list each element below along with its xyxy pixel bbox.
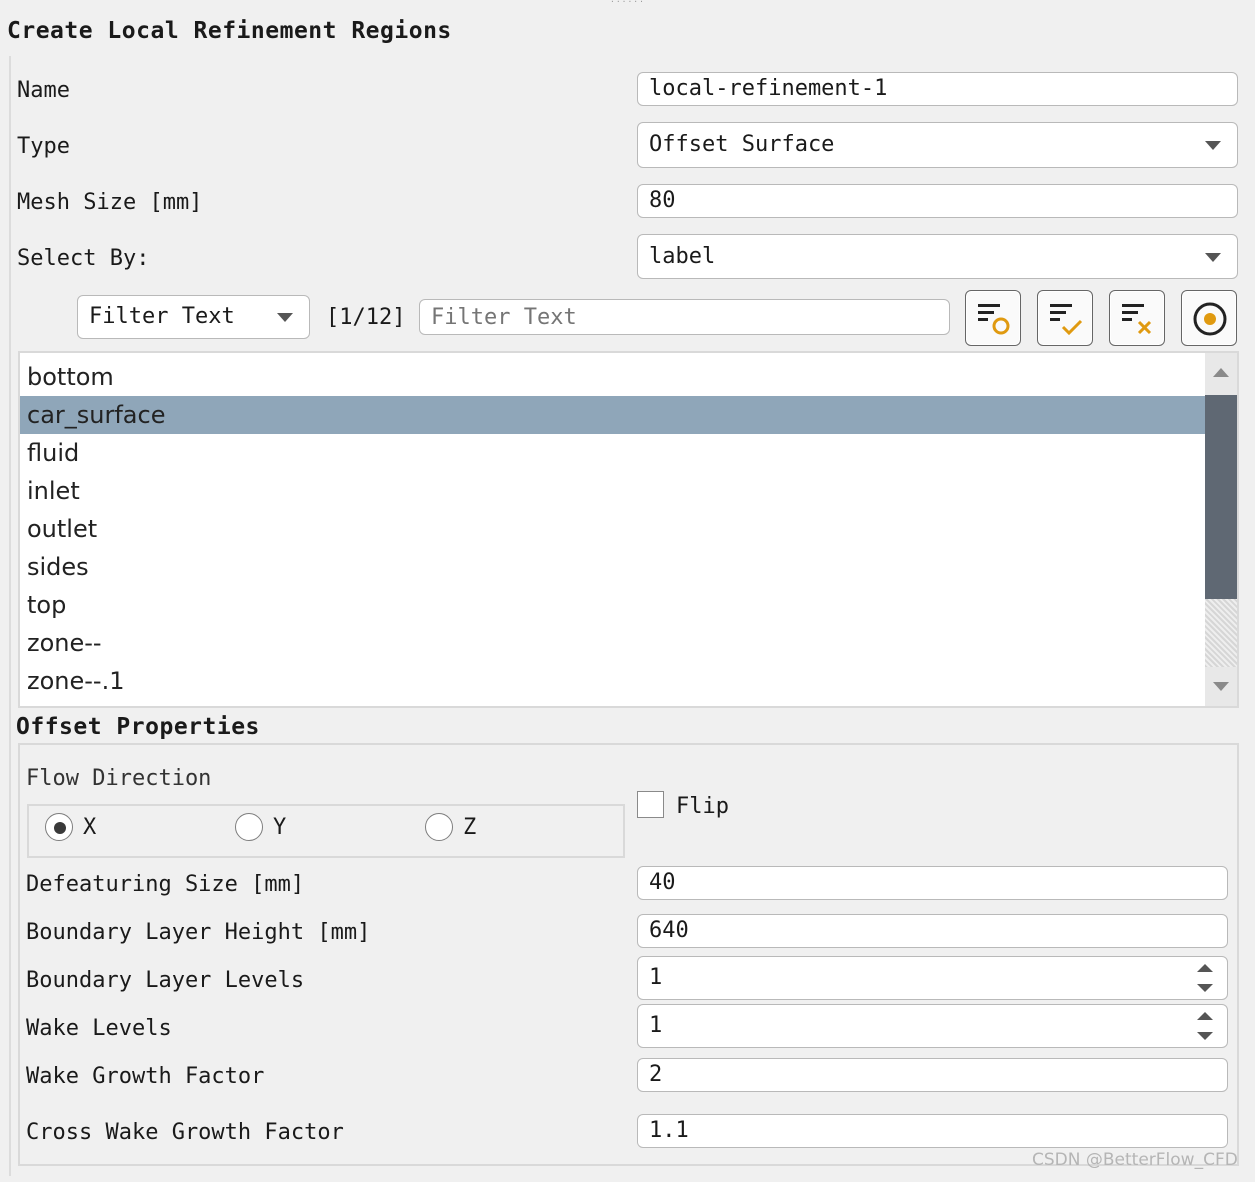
bl-height-input[interactable]: 640 bbox=[637, 914, 1228, 948]
filter-select-all-icon bbox=[1050, 304, 1083, 336]
select-all-button[interactable] bbox=[1037, 290, 1093, 346]
scrollbar-track-hatch bbox=[1205, 599, 1237, 667]
flow-direction-label: Flow Direction bbox=[26, 766, 212, 791]
bl-levels-spinner[interactable]: 1 bbox=[637, 956, 1228, 1000]
wake-growth-label: Wake Growth Factor bbox=[26, 1064, 265, 1089]
list-item[interactable]: outlet bbox=[20, 510, 1205, 548]
wake-levels-value: 1 bbox=[649, 1013, 663, 1038]
flip-label: Flip bbox=[676, 794, 729, 819]
list-scrollbar[interactable] bbox=[1205, 353, 1237, 706]
resize-grip[interactable]: ······ bbox=[610, 0, 650, 6]
scrollbar-thumb[interactable] bbox=[1205, 395, 1237, 599]
flow-direction-radio-z[interactable] bbox=[425, 813, 453, 841]
list-item[interactable]: inlet bbox=[20, 472, 1205, 510]
list-item[interactable]: sides bbox=[20, 548, 1205, 586]
flow-direction-label-y: Y bbox=[273, 815, 287, 840]
select-by-dropdown-value: label bbox=[649, 244, 716, 269]
chevron-down-icon bbox=[277, 313, 293, 322]
bl-levels-value: 1 bbox=[649, 965, 663, 990]
chevron-down-icon bbox=[1205, 252, 1221, 262]
panel-title: Create Local Refinement Regions bbox=[7, 18, 452, 44]
wake-levels-label: Wake Levels bbox=[26, 1016, 172, 1041]
list-item[interactable]: fluid bbox=[20, 434, 1205, 472]
filter-clear-icon bbox=[1122, 304, 1152, 335]
name-label: Name bbox=[17, 78, 70, 103]
watermark: CSDN @BetterFlow_CFD bbox=[1032, 1150, 1238, 1170]
filter-text-input[interactable] bbox=[419, 299, 950, 335]
filter-mode-dropdown[interactable]: Filter Text bbox=[77, 295, 310, 339]
panel-border bbox=[9, 56, 11, 1176]
chevron-down-icon bbox=[1205, 141, 1221, 150]
select-by-label: Select By: bbox=[17, 246, 150, 271]
flow-direction-radio-x[interactable] bbox=[45, 813, 73, 841]
list-item[interactable]: zone-- bbox=[20, 624, 1205, 662]
flow-direction-label-z: Z bbox=[463, 815, 477, 840]
scroll-down-icon[interactable] bbox=[1213, 682, 1229, 691]
filter-options-icon bbox=[978, 304, 1010, 335]
name-input[interactable]: local-refinement-1 bbox=[637, 72, 1238, 106]
spin-down-icon[interactable] bbox=[1197, 1032, 1213, 1040]
wake-levels-spinner[interactable]: 1 bbox=[637, 1004, 1228, 1048]
select-by-dropdown[interactable]: label bbox=[637, 234, 1238, 279]
filter-options-button[interactable] bbox=[965, 290, 1021, 346]
mesh-size-input[interactable]: 80 bbox=[637, 184, 1238, 218]
zone-list[interactable]: bottom car_surface fluid inlet outlet sides to… bbox=[18, 351, 1239, 708]
spin-up-icon[interactable] bbox=[1197, 964, 1213, 972]
scroll-up-icon[interactable] bbox=[1213, 368, 1229, 377]
bl-height-label: Boundary Layer Height [mm] bbox=[26, 920, 371, 945]
offset-properties-title: Offset Properties bbox=[16, 714, 264, 740]
cross-wake-growth-label: Cross Wake Growth Factor bbox=[26, 1120, 344, 1145]
flow-direction-label-x: X bbox=[83, 815, 97, 840]
flow-direction-radio-y[interactable] bbox=[235, 813, 263, 841]
type-dropdown-value: Offset Surface bbox=[649, 132, 835, 157]
defeaturing-size-input[interactable]: 40 bbox=[637, 866, 1228, 900]
toggle-selection-button[interactable] bbox=[1181, 290, 1237, 346]
radio-selected-dot bbox=[54, 822, 66, 834]
list-item[interactable]: top bbox=[20, 586, 1205, 624]
filter-toggle-icon bbox=[1193, 302, 1227, 336]
type-dropdown[interactable]: Offset Surface bbox=[637, 122, 1238, 168]
cross-wake-growth-input[interactable]: 1.1 bbox=[637, 1114, 1228, 1148]
filter-count: [1/12] bbox=[326, 305, 406, 330]
spin-down-icon[interactable] bbox=[1197, 984, 1213, 992]
bl-levels-label: Boundary Layer Levels bbox=[26, 968, 305, 993]
flip-checkbox[interactable] bbox=[637, 791, 664, 818]
list-item[interactable]: zone--.1 bbox=[20, 662, 1205, 700]
list-item[interactable]: car_surface bbox=[20, 396, 1205, 434]
wake-growth-input[interactable]: 2 bbox=[637, 1058, 1228, 1092]
spin-up-icon[interactable] bbox=[1197, 1012, 1213, 1020]
filter-mode-value: Filter Text bbox=[89, 304, 235, 329]
type-label: Type bbox=[17, 134, 70, 159]
list-item[interactable]: bottom bbox=[20, 358, 1205, 396]
clear-selection-button[interactable] bbox=[1109, 290, 1165, 346]
mesh-size-label: Mesh Size [mm] bbox=[17, 190, 203, 215]
defeaturing-size-label: Defeaturing Size [mm] bbox=[26, 872, 305, 897]
flow-direction-group bbox=[27, 804, 625, 858]
